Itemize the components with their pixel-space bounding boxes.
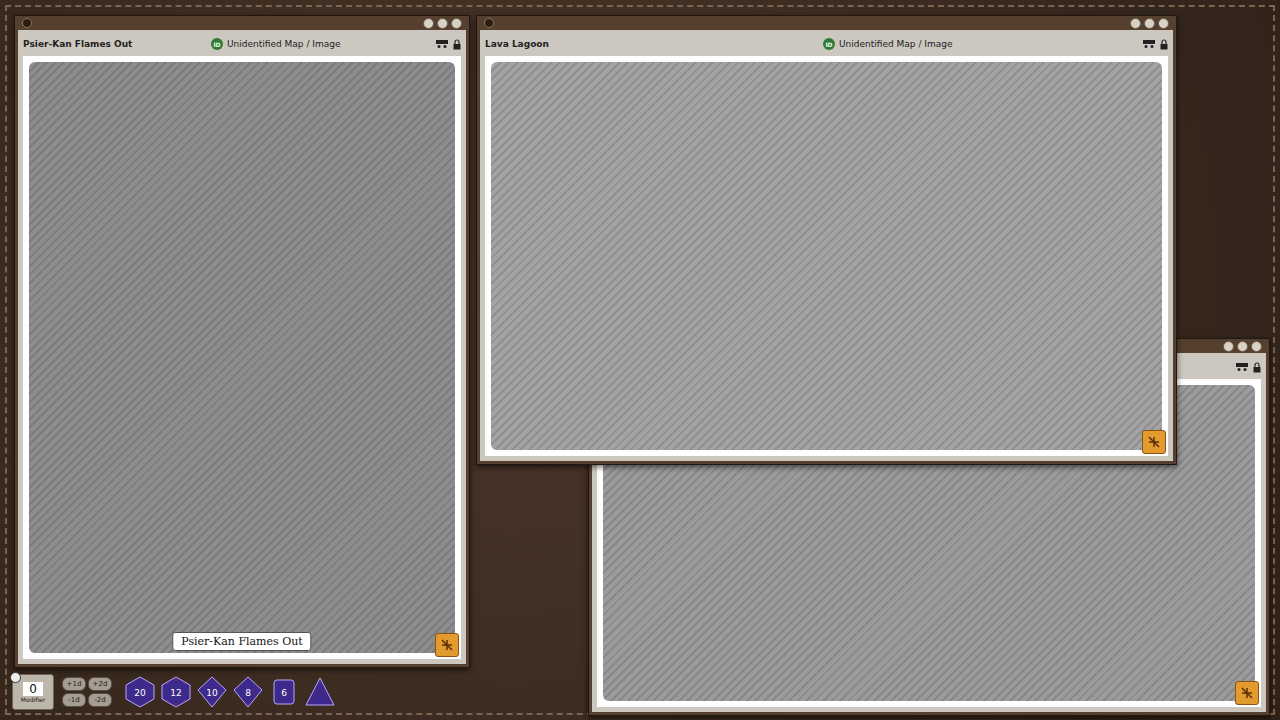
d4-icon[interactable]	[304, 676, 336, 708]
d8-icon[interactable]: 8	[232, 676, 264, 708]
window-subtitle: Unidentified Map / Image	[227, 39, 341, 49]
image-window[interactable]: Lava Lagoon ID Unidentified Map / Image	[476, 15, 1177, 465]
help-icon[interactable]	[1144, 18, 1155, 29]
window-top-strip[interactable]	[18, 16, 466, 30]
modifier-value[interactable]: 0	[23, 682, 43, 696]
lock-icon[interactable]	[453, 39, 461, 50]
image-window[interactable]: Psier-Kan Flames Out ID Unidentified Map /…	[14, 15, 470, 668]
resize-icon[interactable]	[1240, 686, 1254, 700]
minimize-icon[interactable]	[1130, 18, 1141, 29]
help-icon[interactable]	[437, 18, 448, 29]
help-icon[interactable]	[1237, 341, 1248, 352]
resize-icon[interactable]	[1147, 435, 1161, 449]
d10-icon[interactable]: 10	[196, 676, 228, 708]
lock-icon[interactable]	[1160, 39, 1168, 50]
window-top-strip[interactable]	[480, 16, 1173, 30]
resize-icon[interactable]	[440, 638, 454, 652]
dice-modifier-button[interactable]: +1d	[62, 677, 86, 691]
resize-handle[interactable]	[1142, 430, 1166, 454]
d12-icon[interactable]: 12	[160, 676, 192, 708]
share-icon[interactable]	[1235, 362, 1249, 372]
svg-text:12: 12	[170, 688, 181, 698]
resize-handle[interactable]	[435, 633, 459, 657]
window-pin-icon[interactable]	[22, 18, 32, 28]
dice-modifier-grid: +1d+2d-1d-2d	[62, 677, 112, 707]
id-icon[interactable]: ID	[211, 38, 223, 50]
modifier-box[interactable]: 0Modifier	[12, 674, 54, 710]
svg-text:10: 10	[206, 688, 218, 698]
lock-icon[interactable]	[1253, 362, 1261, 373]
window-title: Lava Lagoon	[485, 39, 815, 49]
minimize-icon[interactable]	[1223, 341, 1234, 352]
dice-modifier-button[interactable]: -1d	[62, 693, 86, 707]
d6-icon[interactable]: 6	[268, 676, 300, 708]
id-icon[interactable]: ID	[823, 38, 835, 50]
svg-text:6: 6	[281, 688, 287, 698]
close-icon[interactable]	[1158, 18, 1169, 29]
close-icon[interactable]	[10, 672, 21, 683]
illustration	[491, 62, 1162, 450]
dice-modifier-button[interactable]: -2d	[88, 693, 112, 707]
dice-tray: 0Modifier +1d+2d-1d-2d 20 12 10 8 6	[12, 674, 336, 710]
d20-icon[interactable]: 20	[124, 676, 156, 708]
dice-modifier-button[interactable]: +2d	[88, 677, 112, 691]
share-icon[interactable]	[435, 39, 449, 49]
svg-text:8: 8	[245, 688, 251, 698]
window-pin-icon[interactable]	[484, 18, 494, 28]
window-title: Psier-Kan Flames Out	[23, 39, 203, 49]
image-area[interactable]: Psier-Kan Flames Out	[23, 56, 461, 659]
share-icon[interactable]	[1142, 39, 1156, 49]
illustration	[29, 62, 455, 653]
svg-text:20: 20	[134, 688, 146, 698]
window-subtitle: Unidentified Map / Image	[839, 39, 953, 49]
resize-handle[interactable]	[1235, 681, 1259, 705]
close-icon[interactable]	[1251, 341, 1262, 352]
image-caption: Psier-Kan Flames Out	[172, 632, 311, 651]
dice-row: 20 12 10 8 6	[124, 676, 336, 708]
window-title-bar[interactable]: Lava Lagoon ID Unidentified Map / Image	[485, 32, 1168, 56]
close-icon[interactable]	[451, 18, 462, 29]
desktop: Psier-Kan Flames Out ID Unidentified Map /…	[0, 0, 1280, 720]
window-title-bar[interactable]: Psier-Kan Flames Out ID Unidentified Map /…	[23, 32, 461, 56]
modifier-label: Modifier	[21, 696, 45, 703]
minimize-icon[interactable]	[423, 18, 434, 29]
image-area[interactable]	[485, 56, 1168, 456]
